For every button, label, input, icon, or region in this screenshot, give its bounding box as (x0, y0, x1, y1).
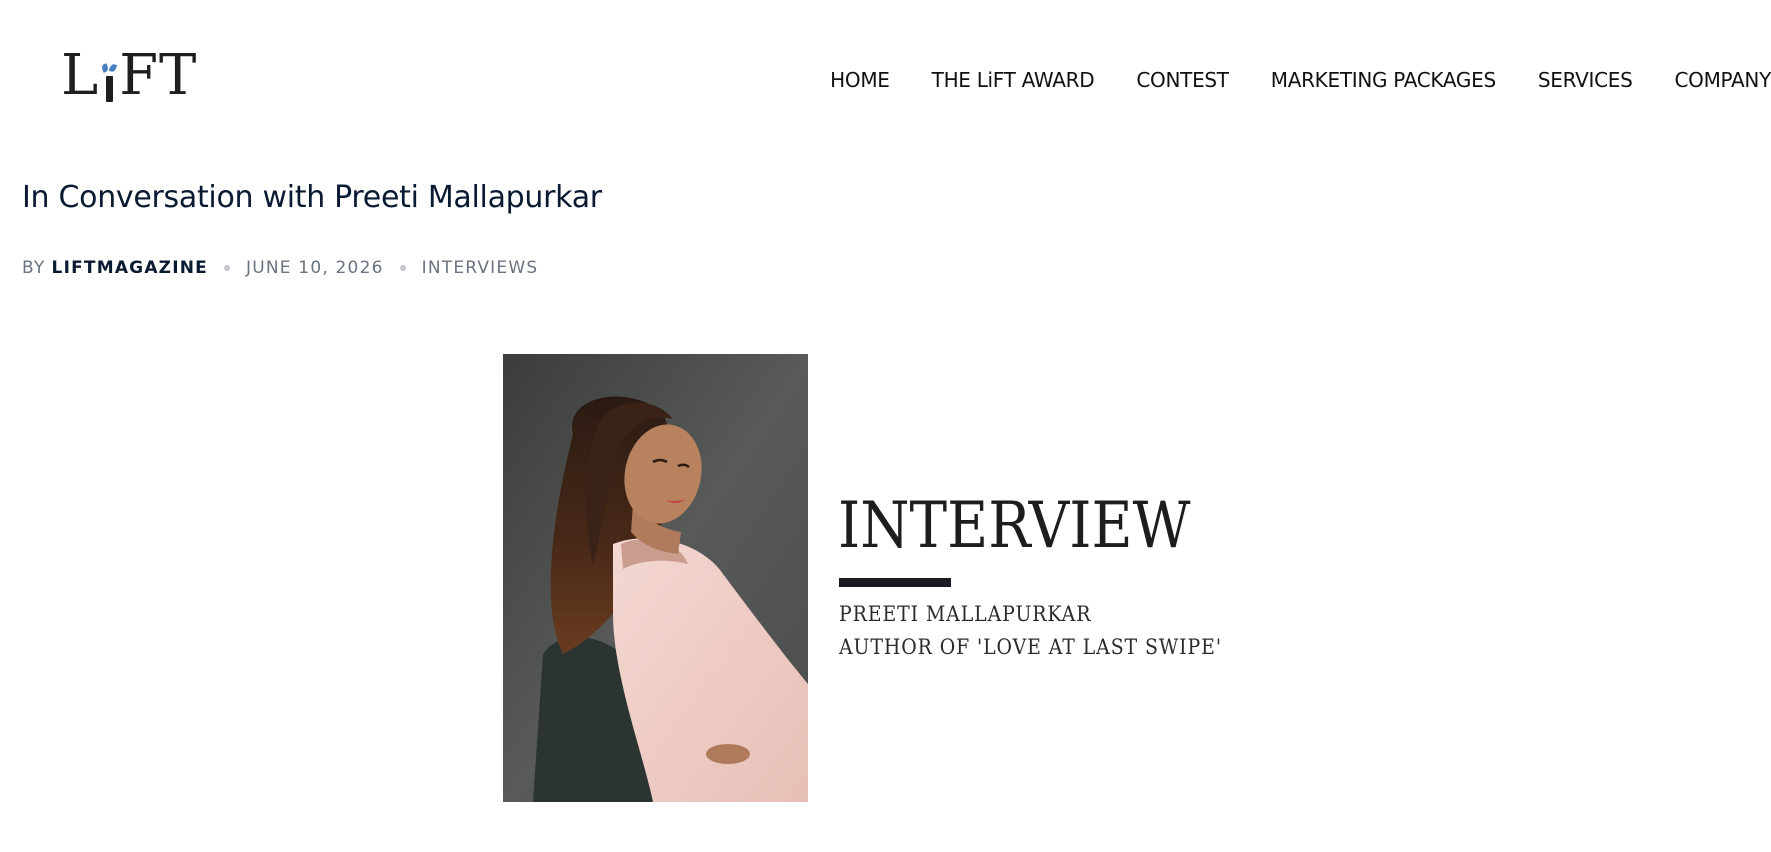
meta-category-link[interactable]: INTERVIEWS (422, 258, 539, 278)
nav-item-contest[interactable]: CONTEST (1136, 68, 1229, 92)
featured-image: INTERVIEW PREETI MALLAPURKAR AUTHOR OF '… (503, 354, 1273, 802)
logo-pen-icon (101, 62, 118, 102)
featured-underline (839, 578, 951, 587)
logo-text-end: FT (119, 43, 198, 108)
meta-date: JUNE 10, 2026 (245, 258, 384, 278)
nav-item-marketing-packages[interactable]: MARKETING PACKAGES (1271, 68, 1496, 92)
featured-subject-description: AUTHOR OF 'LOVE AT LAST SWIPE' (839, 635, 1222, 659)
nav-item-home[interactable]: HOME (830, 68, 890, 92)
meta-separator-dot (223, 265, 230, 271)
post-meta: BY LIFTMAGAZINE JUNE 10, 2026 INTERVIEWS (22, 258, 538, 278)
meta-by-label: BY (22, 258, 46, 278)
portrait-photo (503, 354, 808, 802)
nav-item-company[interactable]: COMPANY (1674, 68, 1771, 92)
featured-heading: INTERVIEW (838, 489, 1191, 563)
nav-item-services[interactable]: SERVICES (1538, 68, 1633, 92)
logo-text-start: L (61, 43, 100, 108)
site-logo[interactable]: L FT (61, 44, 197, 104)
meta-separator-dot (399, 265, 406, 271)
meta-author-link[interactable]: LIFTMAGAZINE (52, 258, 208, 278)
featured-subject-name: PREETI MALLAPURKAR (839, 602, 1092, 626)
main-navigation: HOME THE LiFT AWARD CONTEST MARKETING PA… (743, 68, 1771, 92)
post-title: In Conversation with Preeti Mallapurkar (22, 180, 602, 215)
nav-item-lift-award[interactable]: THE LiFT AWARD (932, 68, 1095, 92)
